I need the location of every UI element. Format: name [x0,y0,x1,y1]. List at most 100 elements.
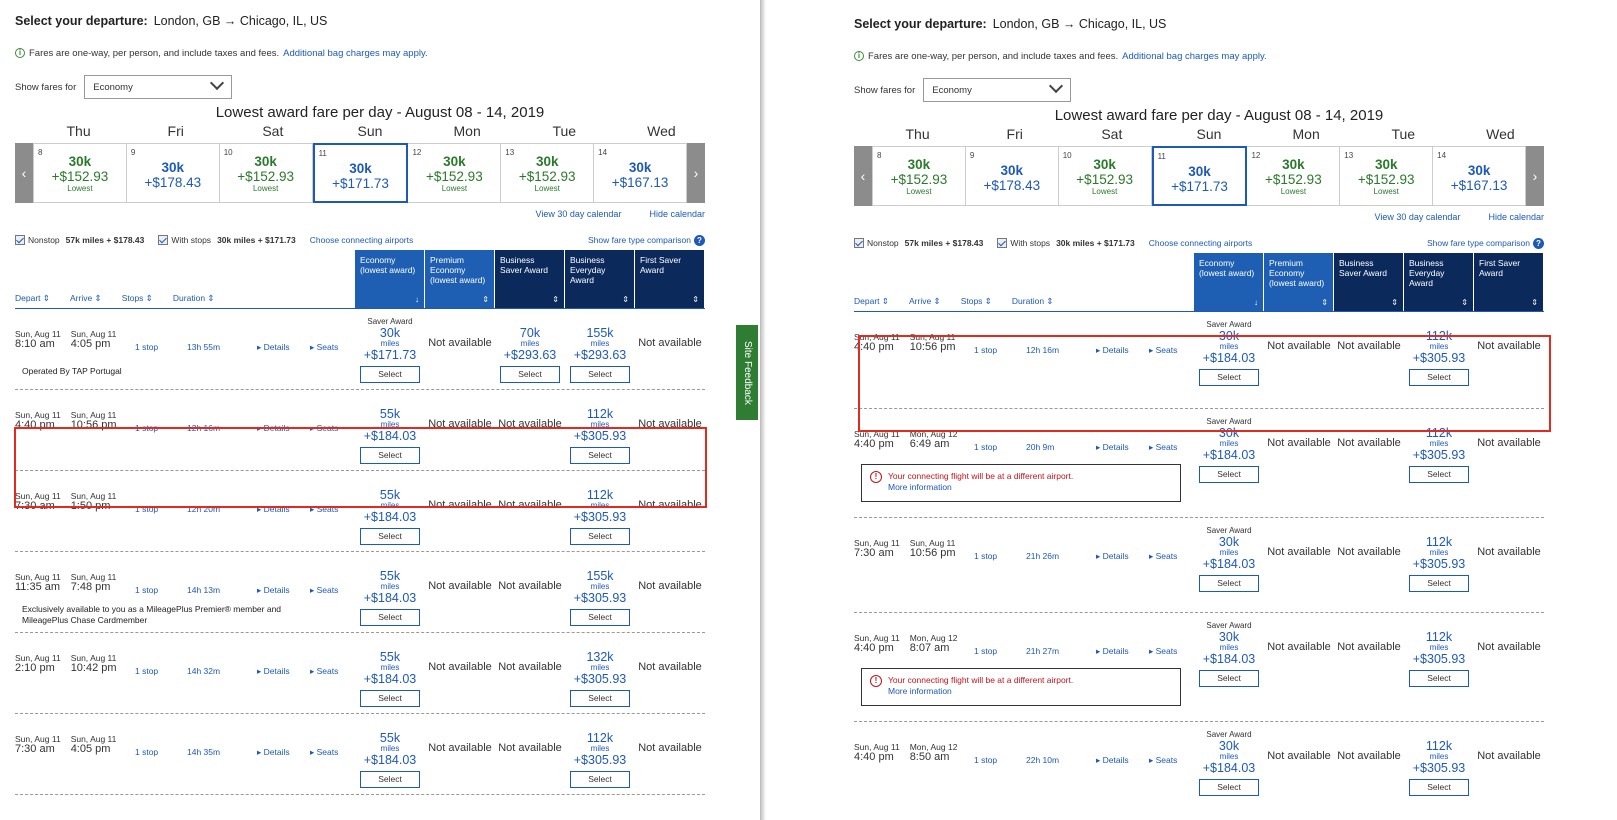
cabin-column-header[interactable]: First Saver Award ⇕ [1474,253,1544,311]
hide-calendar-link[interactable]: Hide calendar [1488,212,1544,224]
site-feedback-tab[interactable]: Site Feedback [736,325,758,420]
fare-comparison-link[interactable]: Show fare type comparison [1427,238,1530,248]
select-fare-button[interactable]: Select [360,690,420,707]
stops-link[interactable]: 1 stop [135,585,158,595]
more-information-link[interactable]: More information [888,686,1172,697]
details-link[interactable]: ▸ Details [1096,646,1129,657]
details-link[interactable]: ▸ Details [1096,755,1129,766]
calendar-day-cell[interactable]: 8 30k +$152.93 Lowest [33,143,127,203]
withstops-checkbox[interactable] [158,235,169,245]
nonstop-checkbox[interactable] [854,238,864,248]
view-30-day-link[interactable]: View 30 day calendar [1375,212,1461,224]
select-fare-button[interactable]: Select [570,609,630,626]
sort-header[interactable]: Arrive ⇕ [909,296,941,307]
select-fare-button[interactable]: Select [1409,779,1469,796]
select-fare-button[interactable]: Select [1199,670,1259,687]
fare-comparison-link[interactable]: Show fare type comparison [588,235,691,245]
details-link[interactable]: ▸ Details [257,342,290,353]
seats-link[interactable]: ▸ Seats [1149,551,1177,562]
stops-link[interactable]: 1 stop [135,666,158,676]
select-fare-button[interactable]: Select [1199,575,1259,592]
stops-link[interactable]: 1 stop [974,755,997,765]
calendar-day-cell[interactable]: 14 30k +$167.13 [594,143,688,203]
select-fare-button[interactable]: Select [360,366,420,383]
calendar-day-cell[interactable]: 10 30k +$152.93 Lowest [1058,146,1152,206]
stops-link[interactable]: 1 stop [135,747,158,757]
view-30-day-link[interactable]: View 30 day calendar [536,209,622,221]
cabin-column-header[interactable]: Economy (lowest award) ↓ [355,250,425,308]
help-icon[interactable]: ? [694,234,705,246]
help-icon[interactable]: ? [1533,237,1544,249]
calendar-next-icon[interactable]: › [687,143,705,203]
select-fare-button[interactable]: Select [360,609,420,626]
hide-calendar-link[interactable]: Hide calendar [649,209,705,221]
cabin-column-header[interactable]: Business Saver Award ⇕ [495,250,565,308]
calendar-day-cell[interactable]: 14 30k +$167.13 [1433,146,1527,206]
stops-link[interactable]: 1 stop [974,442,997,452]
calendar-day-cell[interactable]: 8 30k +$152.93 Lowest [872,146,966,206]
select-fare-button[interactable]: Select [1409,575,1469,592]
calendar-day-cell[interactable]: 9 30k +$178.43 [965,146,1059,206]
sort-header[interactable]: Arrive ⇕ [70,293,102,304]
sort-header[interactable]: Duration ⇕ [1012,296,1054,307]
seats-link[interactable]: ▸ Seats [310,585,338,596]
cabin-column-header[interactable]: First Saver Award ⇕ [635,250,705,308]
cabin-column-header[interactable]: Premium Economy (lowest award) ⇕ [1264,253,1334,311]
withstops-filter[interactable]: With stops 30k miles + $171.73 [158,235,296,245]
cabin-select[interactable]: Economy [84,75,233,99]
withstops-filter[interactable]: With stops 30k miles + $171.73 [997,238,1135,248]
seats-link[interactable]: ▸ Seats [310,747,338,758]
connecting-airports-link[interactable]: Choose connecting airports [310,235,413,245]
sort-header[interactable]: Stops ⇕ [961,296,992,307]
sort-header[interactable]: Depart ⇕ [15,293,50,304]
seats-link[interactable]: ▸ Seats [310,666,338,677]
bag-charges-link[interactable]: Additional bag charges may apply. [1122,51,1267,62]
select-fare-button[interactable]: Select [570,366,630,383]
calendar-prev-icon[interactable]: ‹ [854,146,872,206]
seats-link[interactable]: ▸ Seats [1149,442,1177,453]
calendar-day-cell[interactable]: 13 30k +$152.93 Lowest [1340,146,1434,206]
stops-link[interactable]: 1 stop [135,342,158,352]
select-fare-button[interactable]: Select [570,528,630,545]
bag-charges-link[interactable]: Additional bag charges may apply. [283,48,428,59]
stops-link[interactable]: 1 stop [974,551,997,561]
details-link[interactable]: ▸ Details [1096,442,1129,453]
nonstop-checkbox[interactable] [15,235,25,245]
connecting-airports-link[interactable]: Choose connecting airports [1149,238,1252,248]
details-link[interactable]: ▸ Details [257,747,290,758]
select-fare-button[interactable]: Select [1409,670,1469,687]
details-link[interactable]: ▸ Details [257,666,290,677]
calendar-day-cell[interactable]: 10 30k +$152.93 Lowest [219,143,313,203]
select-fare-button[interactable]: Select [360,771,420,788]
calendar-day-cell[interactable]: 12 30k +$152.93 Lowest [1247,146,1341,206]
withstops-checkbox[interactable] [997,238,1008,248]
nonstop-filter[interactable]: Nonstop 57k miles + $178.43 [854,238,983,248]
sort-header[interactable]: Stops ⇕ [122,293,153,304]
select-fare-button[interactable]: Select [1199,779,1259,796]
details-link[interactable]: ▸ Details [1096,551,1129,562]
select-fare-button[interactable]: Select [1199,466,1259,483]
stops-link[interactable]: 1 stop [974,646,997,656]
select-fare-button[interactable]: Select [1409,466,1469,483]
cabin-column-header[interactable]: Business Saver Award ⇕ [1334,253,1404,311]
select-fare-button[interactable]: Select [570,690,630,707]
calendar-day-cell[interactable]: 13 30k +$152.93 Lowest [501,143,595,203]
calendar-day-cell[interactable]: 12 30k +$152.93 Lowest [408,143,502,203]
cabin-column-header[interactable]: Premium Economy (lowest award) ⇕ [425,250,495,308]
calendar-day-cell[interactable]: 9 30k +$178.43 [126,143,220,203]
calendar-next-icon[interactable]: › [1526,146,1544,206]
cabin-select[interactable]: Economy [923,78,1072,102]
seats-link[interactable]: ▸ Seats [1149,646,1177,657]
cabin-column-header[interactable]: Economy (lowest award) ↓ [1194,253,1264,311]
sort-header[interactable]: Depart ⇕ [854,296,889,307]
select-fare-button[interactable]: Select [360,528,420,545]
cabin-column-header[interactable]: Business Everyday Award ⇕ [1404,253,1474,311]
select-fare-button[interactable]: Select [570,771,630,788]
select-fare-button[interactable]: Select [500,366,560,383]
calendar-day-cell[interactable]: 11 30k +$171.73 [1151,146,1248,206]
details-link[interactable]: ▸ Details [257,585,290,596]
seats-link[interactable]: ▸ Seats [1149,755,1177,766]
seats-link[interactable]: ▸ Seats [310,342,338,353]
sort-header[interactable]: Duration ⇕ [173,293,215,304]
calendar-day-cell[interactable]: 11 30k +$171.73 [312,143,409,203]
